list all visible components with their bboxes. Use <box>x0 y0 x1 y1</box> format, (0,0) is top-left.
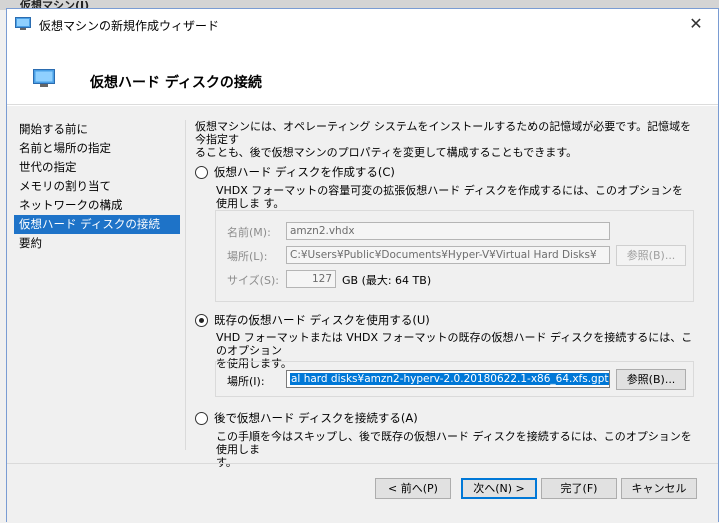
create-vhd-label: 仮想ハード ディスクを作成する(C) <box>214 165 395 179</box>
existing-vhd-radio[interactable] <box>195 313 208 327</box>
wizard-window: 仮想マシンの新規作成ウィザード ✕ 仮想ハード ディスクの接続 開始する前に 名… <box>6 8 719 523</box>
existing-vhd-group: 場所(I): al hard disks¥amzn2-hyperv-2.0.20… <box>215 361 694 397</box>
create-browse-button[interactable]: 参照(B)... <box>616 245 686 266</box>
nav-item-memory[interactable]: メモリの割り当て <box>14 177 180 196</box>
nav-item-summary[interactable]: 要約 <box>14 234 180 253</box>
cancel-button[interactable]: キャンセル <box>621 478 697 499</box>
create-vhd-description: VHDX フォーマットの容量可変の拡張仮想ハード ディスクを作成するには、このオ… <box>216 184 684 210</box>
later-vhd-desc-line-1: この手順を今はスキップし、後で既存の仮想ハード ディスクを接続するには、このオプ… <box>216 430 692 456</box>
back-button[interactable]: < 前へ(P) <box>375 478 451 499</box>
page-title: 仮想ハード ディスクの接続 <box>90 75 262 91</box>
later-vhd-option[interactable]: 後で仮想ハード ディスクを接続する(A) <box>195 410 418 426</box>
vhd-size-unit: GB (最大: 64 TB) <box>342 274 432 287</box>
existing-location-input[interactable]: al hard disks¥amzn2-hyperv-2.0.20180622.… <box>286 370 610 388</box>
nav-item-network[interactable]: ネットワークの構成 <box>14 196 180 215</box>
existing-vhd-label: 既存の仮想ハード ディスクを使用する(U) <box>214 313 430 327</box>
later-vhd-radio[interactable] <box>195 411 208 425</box>
intro-line-1: 仮想マシンには、オペレーティング システムをインストールするための記憶域が必要で… <box>195 120 692 146</box>
nav-item-generation[interactable]: 世代の指定 <box>14 158 180 177</box>
title-bar: 仮想マシンの新規作成ウィザード ✕ <box>7 9 718 39</box>
vhd-size-input[interactable]: 127 <box>286 270 336 288</box>
vhd-size-label: サイズ(S): <box>227 274 279 287</box>
monitor-icon <box>33 69 55 87</box>
existing-browse-button[interactable]: 参照(B)... <box>616 369 686 390</box>
close-button[interactable]: ✕ <box>674 9 718 39</box>
nav-item-before-you-begin[interactable]: 開始する前に <box>14 120 180 139</box>
vhd-name-input[interactable]: amzn2.vhdx <box>286 222 610 240</box>
window-title: 仮想マシンの新規作成ウィザード <box>39 19 220 33</box>
existing-location-label: 場所(I): <box>227 375 265 388</box>
vhd-location-label: 場所(L): <box>227 250 268 263</box>
existing-location-value: al hard disks¥amzn2-hyperv-2.0.20180622.… <box>290 373 609 385</box>
existing-vhd-option[interactable]: 既存の仮想ハード ディスクを使用する(U) <box>195 312 430 328</box>
page-header: 仮想ハード ディスクの接続 <box>7 39 718 105</box>
nav-divider <box>185 120 186 450</box>
wizard-content: 仮想マシンには、オペレーティング システムをインストールするための記憶域が必要で… <box>195 120 699 469</box>
wizard-body: 開始する前に 名前と場所の指定 世代の指定 メモリの割り当て ネットワークの構成… <box>7 106 718 523</box>
finish-button[interactable]: 完了(F) <box>541 478 617 499</box>
existing-vhd-desc-line-1: VHD フォーマットまたは VHDX フォーマットの既存の仮想ハード ディスクを… <box>216 331 693 357</box>
footer-divider <box>7 463 718 464</box>
close-icon: ✕ <box>689 14 703 33</box>
monitor-icon <box>15 17 31 30</box>
next-button[interactable]: 次へ(N) > <box>461 478 537 499</box>
wizard-nav: 開始する前に 名前と場所の指定 世代の指定 メモリの割り当て ネットワークの構成… <box>14 120 180 253</box>
vhd-location-input[interactable]: C:¥Users¥Public¥Documents¥Hyper-V¥Virtua… <box>286 246 610 264</box>
intro-line-2: ることも、後で仮想マシンのプロパティを変更して構成することもできます。 <box>195 146 578 159</box>
vhd-name-label: 名前(M): <box>227 226 271 239</box>
nav-item-name-location[interactable]: 名前と場所の指定 <box>14 139 180 158</box>
create-vhd-radio[interactable] <box>195 165 208 179</box>
create-vhd-option[interactable]: 仮想ハード ディスクを作成する(C) <box>195 164 395 180</box>
nav-item-connect-vhd[interactable]: 仮想ハード ディスクの接続 <box>14 215 180 234</box>
intro-text: 仮想マシンには、オペレーティング システムをインストールするための記憶域が必要で… <box>195 120 699 159</box>
later-vhd-label: 後で仮想ハード ディスクを接続する(A) <box>214 411 418 425</box>
create-vhd-group: 名前(M): amzn2.vhdx 場所(L): C:¥Users¥Public… <box>215 210 694 302</box>
